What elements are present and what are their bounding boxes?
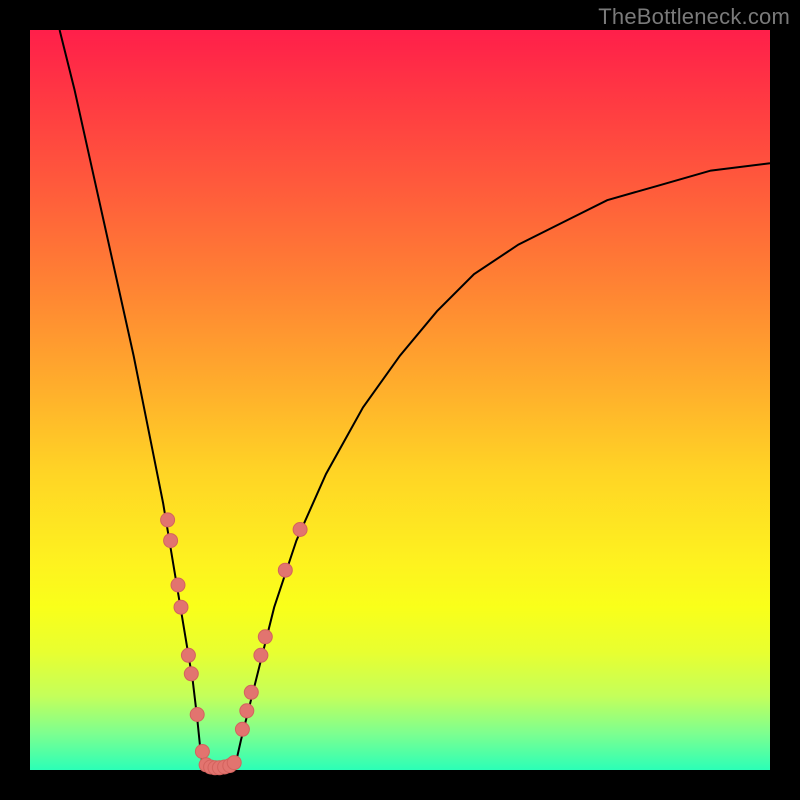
chart-svg [30, 30, 770, 770]
data-point [278, 563, 292, 577]
data-point [293, 523, 307, 537]
data-point [174, 600, 188, 614]
data-point [161, 513, 175, 527]
data-point [181, 648, 195, 662]
bottleneck-curve [60, 30, 770, 770]
data-points [161, 513, 308, 775]
data-point [195, 745, 209, 759]
data-point [240, 704, 254, 718]
data-point [190, 708, 204, 722]
data-point [235, 722, 249, 736]
data-point [244, 685, 258, 699]
data-point [184, 667, 198, 681]
data-point [164, 534, 178, 548]
data-point [258, 630, 272, 644]
data-point [254, 648, 268, 662]
data-point [171, 578, 185, 592]
watermark-text: TheBottleneck.com [598, 4, 790, 30]
data-point [227, 756, 241, 770]
